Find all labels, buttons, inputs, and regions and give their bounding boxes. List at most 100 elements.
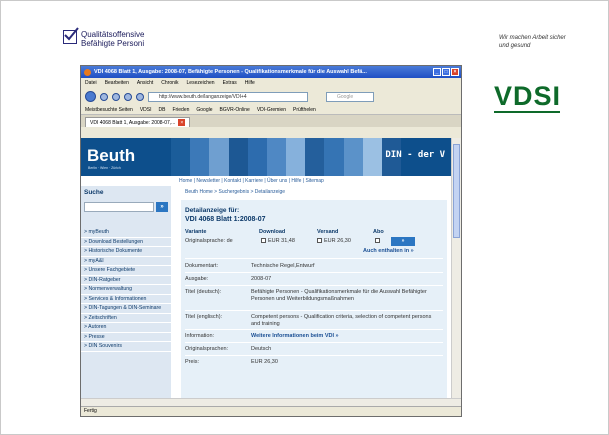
sidebar-item[interactable]: > Zeitschriften <box>81 314 171 323</box>
field-value: Befähigte Personen - Qualifikationsmerkm… <box>251 289 427 302</box>
col-versand: Versand <box>317 229 339 235</box>
menu-bearbeiten[interactable]: Bearbeiten <box>105 80 129 86</box>
firefox-icon <box>84 68 91 76</box>
top-navigation[interactable]: Home | Newsletter | Kontakt | Karriere |… <box>179 178 324 184</box>
tab-label: VDI 4068 Blatt 1, Ausgabe: 2008-07,... <box>90 119 176 126</box>
field-value: EUR 26,30 <box>251 359 278 365</box>
search-heading: Suche <box>84 189 104 196</box>
divider <box>185 285 443 286</box>
tab-close-icon[interactable]: × <box>178 119 186 126</box>
divider <box>185 329 443 330</box>
bookmark-item[interactable]: Prüfthelen <box>293 107 316 113</box>
menu-ansicht[interactable]: Ansicht <box>137 80 153 86</box>
browser-tab[interactable]: VDI 4068 Blatt 1, Ausgabe: 2008-07,... × <box>85 117 191 127</box>
bookmark-item[interactable]: VDI-Gremien <box>257 107 286 113</box>
field-label: Information: <box>185 333 215 339</box>
sidebar-item[interactable]: > myBeuth <box>81 228 171 238</box>
field-label: Preis: <box>185 359 200 365</box>
sidebar-item[interactable]: > Presse <box>81 333 171 342</box>
breadcrumb[interactable]: Beuth Home > Suchergebnis > Detailanzeig… <box>185 189 285 195</box>
sidebar-item[interactable]: > Autoren <box>81 323 171 333</box>
sidebar-item[interactable]: > Services & Informationen <box>81 295 171 304</box>
minimize-button[interactable]: _ <box>433 68 441 76</box>
menu-lesezeichen[interactable]: Lesezeichen <box>187 80 215 86</box>
abo-option[interactable] <box>375 238 382 244</box>
banner-slogan: DIN - der V <box>385 150 445 160</box>
field-label: Titel (deutsch): <box>185 289 222 295</box>
vdi-info-link[interactable]: Weitere Informationen beim VDI » <box>251 333 339 339</box>
sidebar-item[interactable]: > Normenverwaltung <box>81 285 171 295</box>
checkmark-icon <box>63 27 79 44</box>
reload-icon[interactable] <box>112 92 120 101</box>
vdsi-logo: VDSI <box>494 81 562 111</box>
status-bar: Fertig <box>81 406 461 416</box>
menu-datei[interactable]: Datei <box>85 80 97 86</box>
field-label: Originalsprachen: <box>185 346 229 352</box>
banner-stripes <box>171 138 402 176</box>
beuth-banner: Beuth Berlin · Wien · Zürich DIN - der V <box>81 138 453 176</box>
versand-option[interactable]: EUR 26,30 <box>317 238 351 244</box>
webpage: Beuth Berlin · Wien · Zürich DIN - der V… <box>81 138 453 400</box>
home-icon[interactable] <box>136 92 144 101</box>
search-go-button[interactable]: » <box>156 202 168 212</box>
variant-label: Originalsprache: de <box>185 238 233 244</box>
sidebar-item[interactable]: > DIN-Tagungen & DIN-Seminare <box>81 304 171 314</box>
beuth-logo[interactable]: Beuth <box>87 146 135 166</box>
col-abo: Abo <box>373 229 384 235</box>
sidebar-nav: > myBeuth > Download Bestellungen > Hist… <box>81 228 171 352</box>
field-value: Deutsch <box>251 346 272 352</box>
divider <box>185 272 443 273</box>
forward-icon[interactable] <box>100 92 108 101</box>
detail-document-id: VDI 4068 Blatt 1:2008-07 <box>185 216 266 223</box>
divider <box>185 310 443 311</box>
vertical-scrollbar[interactable] <box>451 138 461 400</box>
tab-bar: VDI 4068 Blatt 1, Ausgabe: 2008-07,... × <box>81 115 461 127</box>
horizontal-scrollbar[interactable] <box>81 398 461 406</box>
search-input[interactable]: Google <box>326 91 374 102</box>
bookmark-item[interactable]: VDSI <box>140 107 152 113</box>
versand-checkbox[interactable] <box>317 238 322 244</box>
bookmark-item[interactable]: BGVR-Online <box>220 107 250 113</box>
sidebar-item[interactable]: > Download Bestellungen <box>81 238 171 247</box>
abo-checkbox[interactable] <box>375 238 380 244</box>
back-icon[interactable] <box>85 91 96 102</box>
window-title: VDI 4068 Blatt 1, Ausgabe: 2008-07, Befä… <box>94 69 367 75</box>
download-checkbox[interactable] <box>261 238 266 244</box>
browser-window: VDI 4068 Blatt 1, Ausgabe: 2008-07, Befä… <box>80 65 462 417</box>
divider <box>185 342 443 343</box>
download-option[interactable]: EUR 31,48 <box>261 238 295 244</box>
sidebar-item[interactable]: > DIN-Ratgeber <box>81 276 171 285</box>
sidebar-item[interactable]: > Unsere Fachgebiete <box>81 266 171 276</box>
bookmark-item[interactable]: Google <box>196 107 212 113</box>
menu-hilfe[interactable]: Hilfe <box>245 80 255 86</box>
beuth-logo-sub: Berlin · Wien · Zürich <box>88 166 121 170</box>
field-label: Titel (englisch): <box>185 314 223 320</box>
presentation-slide: Qualitätsoffensive Befähigte Personi Wir… <box>0 0 609 435</box>
logo-text-line2: Befähigte Personi <box>81 39 145 48</box>
menu-bar: Datei Bearbeiten Ansicht Chronik Lesezei… <box>81 78 461 88</box>
stop-icon[interactable] <box>124 92 132 101</box>
close-button[interactable]: × <box>451 68 459 76</box>
bookmark-item[interactable]: Meistbesuchte Seiten <box>85 107 133 113</box>
divider <box>185 258 443 259</box>
bookmark-item[interactable]: DB <box>158 107 165 113</box>
sidebar-item[interactable]: > myA&I <box>81 257 171 266</box>
sidebar-item[interactable]: > Historische Dokumente <box>81 247 171 257</box>
col-download: Download <box>259 229 286 235</box>
divider <box>185 355 443 356</box>
site-search-input[interactable] <box>84 202 154 212</box>
add-to-cart-button[interactable]: » <box>391 237 415 246</box>
field-value: Technische Regel,Entwurf <box>251 263 315 269</box>
tagline-line1: Wir machen Arbeit sicher <box>499 35 566 41</box>
menu-chronik[interactable]: Chronik <box>161 80 178 86</box>
bookmark-item[interactable]: Frieden <box>172 107 189 113</box>
auch-enthalten-link[interactable]: Auch enthalten in » <box>363 248 414 254</box>
download-price: EUR 31,48 <box>268 238 295 244</box>
menu-extras[interactable]: Extras <box>223 80 237 86</box>
maximize-button[interactable]: □ <box>442 68 450 76</box>
scrollbar-thumb[interactable] <box>453 144 460 238</box>
sidebar-item[interactable]: > DIN Souvenirs <box>81 342 171 352</box>
field-label: Dokumentart: <box>185 263 219 269</box>
field-value: Competent persons - Qualification criter… <box>251 314 432 327</box>
url-input[interactable]: http://www.beuth.de/langanzeige/VDI+4 <box>148 91 308 102</box>
